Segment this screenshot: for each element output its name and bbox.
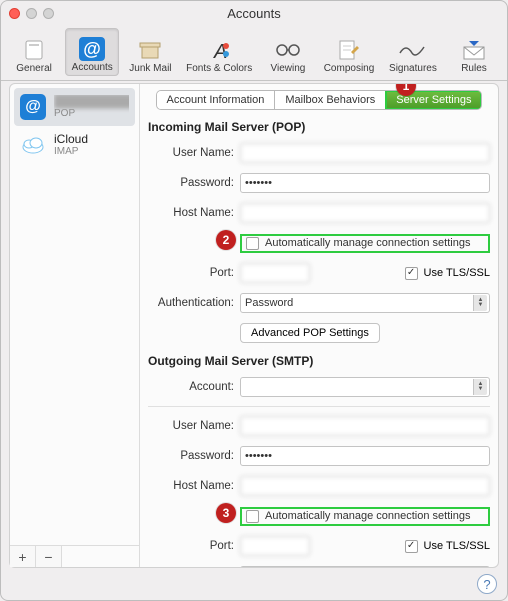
account-name: ██████████	[54, 95, 129, 108]
cloud-icon	[20, 132, 46, 158]
gear-icon	[19, 37, 49, 63]
hostname-label: Host Name:	[148, 207, 240, 219]
tool-label: Viewing	[271, 63, 306, 74]
outgoing-hostname-input[interactable]	[240, 476, 490, 496]
svg-text:@: @	[83, 39, 101, 59]
incoming-auto-checkbox[interactable]	[246, 237, 259, 250]
tool-general[interactable]: General	[7, 28, 61, 76]
tool-label: Signatures	[389, 63, 437, 74]
window-title: Accounts	[1, 6, 507, 21]
remove-account-button[interactable]: −	[36, 546, 62, 567]
outgoing-auto-checkbox[interactable]	[246, 510, 259, 523]
fonts-icon: A	[204, 37, 234, 63]
incoming-password-input[interactable]	[240, 173, 490, 193]
incoming-username-input[interactable]	[240, 143, 490, 163]
callout-2: 2	[216, 230, 236, 250]
prefs-toolbar: General @ Accounts Junk Mail A Fonts & C…	[1, 25, 507, 81]
account-type: POP	[54, 108, 129, 119]
outgoing-password-input[interactable]	[240, 446, 490, 466]
outgoing-heading: Outgoing Mail Server (SMTP)	[148, 354, 490, 368]
outgoing-tls-checkbox[interactable]	[405, 540, 418, 553]
password-label: Password:	[148, 450, 240, 462]
outgoing-username-input[interactable]	[240, 416, 490, 436]
tool-rules[interactable]: Rules	[447, 28, 501, 76]
tool-label: Fonts & Colors	[186, 63, 252, 74]
at-icon: @	[20, 94, 46, 120]
chevron-updown-icon: ▲▼	[473, 379, 487, 395]
help-button[interactable]: ?	[477, 574, 497, 594]
incoming-tls-checkbox[interactable]	[405, 267, 418, 280]
advanced-pop-button[interactable]: Advanced POP Settings	[240, 323, 380, 343]
tab-account-info[interactable]: Account Information	[157, 91, 276, 109]
tool-label: General	[16, 63, 52, 74]
incoming-heading: Incoming Mail Server (POP)	[148, 120, 490, 134]
compose-icon	[334, 37, 364, 63]
rules-icon	[459, 37, 489, 63]
account-type: IMAP	[54, 146, 88, 157]
outgoing-auth-select[interactable]: Password▲▼	[240, 566, 490, 567]
outgoing-port-input[interactable]	[240, 536, 310, 556]
accounts-list: @ ██████████ POP iCloud IMAP	[10, 84, 139, 545]
tool-label: Junk Mail	[129, 63, 171, 74]
tool-junk[interactable]: Junk Mail	[123, 28, 177, 76]
tabs: Account Information Mailbox Behaviors Se…	[148, 90, 490, 110]
incoming-hostname-input[interactable]	[240, 203, 490, 223]
hostname-label: Host Name:	[148, 480, 240, 492]
titlebar: Accounts	[1, 1, 507, 25]
outgoing-account-select[interactable]: ▲▼	[240, 377, 490, 397]
account-name: iCloud	[54, 133, 88, 146]
tool-viewing[interactable]: Viewing	[261, 28, 315, 76]
port-label: Port:	[148, 540, 240, 552]
glasses-icon	[273, 37, 303, 63]
tls-label: Use TLS/SSL	[424, 540, 490, 552]
incoming-port-input[interactable]	[240, 263, 310, 283]
username-label: User Name:	[148, 420, 240, 432]
tool-label: Composing	[324, 63, 375, 74]
tool-label: Accounts	[72, 62, 113, 73]
auto-manage-label: Automatically manage connection settings	[265, 237, 470, 249]
divider	[148, 406, 490, 407]
callout-3: 3	[216, 503, 236, 523]
tls-label: Use TLS/SSL	[424, 267, 490, 279]
add-account-button[interactable]: +	[10, 546, 36, 567]
chevron-updown-icon: ▲▼	[473, 295, 487, 311]
auto-manage-label: Automatically manage connection settings	[265, 510, 470, 522]
incoming-auth-select[interactable]: Password▲▼	[240, 293, 490, 313]
accounts-sidebar: @ ██████████ POP iCloud IMAP + −	[10, 84, 140, 567]
account-label: Account:	[148, 381, 240, 393]
signature-icon	[398, 37, 428, 63]
sidebar-footer: + −	[10, 545, 139, 567]
account-item-pop[interactable]: @ ██████████ POP	[14, 88, 135, 126]
tab-mailbox-behaviors[interactable]: Mailbox Behaviors	[275, 91, 386, 109]
tool-composing[interactable]: Composing	[319, 28, 379, 76]
tool-signatures[interactable]: Signatures	[383, 28, 443, 76]
content-pane: @ ██████████ POP iCloud IMAP + − 1 A	[9, 83, 499, 568]
password-label: Password:	[148, 177, 240, 189]
tool-fonts[interactable]: A Fonts & Colors	[181, 28, 256, 76]
at-icon: @	[77, 36, 107, 62]
auth-label: Authentication:	[148, 297, 240, 309]
port-label: Port:	[148, 267, 240, 279]
tool-label: Rules	[461, 63, 487, 74]
trash-icon	[135, 37, 165, 63]
username-label: User Name:	[148, 147, 240, 159]
account-item-icloud[interactable]: iCloud IMAP	[14, 126, 135, 164]
tool-accounts[interactable]: @ Accounts	[65, 28, 119, 76]
settings-panel: 1 Account Information Mailbox Behaviors …	[140, 84, 498, 567]
